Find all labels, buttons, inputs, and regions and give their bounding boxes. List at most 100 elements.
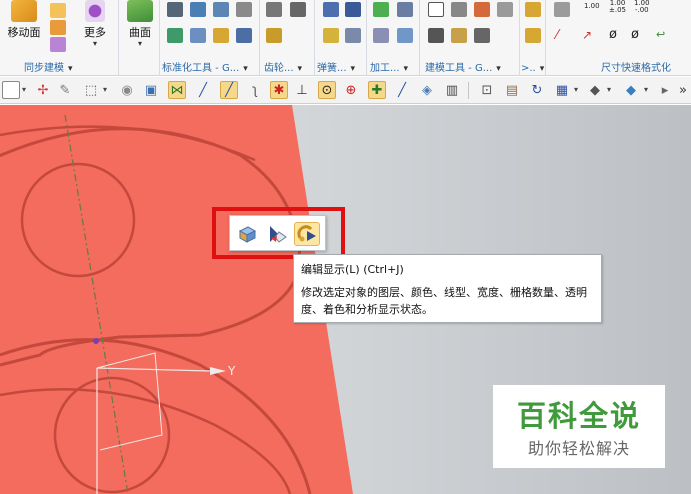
spring-tool-icon-1[interactable] <box>323 2 339 17</box>
dimension-note-icon[interactable]: ↗ <box>582 28 592 42</box>
delete-face-icon[interactable] <box>50 37 66 52</box>
machining-group: 加工... ▾ <box>367 0 420 76</box>
selection-toolbar: ▾ ✢ ✎ ⬚ ▾ ◉ ▣ ⋈ ╱ ╱ ʅ ✱ ⊥ ⊙ ⊕ ✚ ╱ ◈ ▥ ⊡ … <box>0 77 691 104</box>
chevron-down-icon[interactable]: ▾ <box>22 85 26 94</box>
spline-icon[interactable]: ʅ <box>246 81 264 99</box>
modeling-tool-icon-2[interactable] <box>451 2 467 17</box>
dim-value-1[interactable]: 1.00 <box>584 2 600 10</box>
dimension-style-icon[interactable] <box>554 2 570 17</box>
shaded-icon[interactable]: ◆ <box>622 81 640 99</box>
watermark-title: 百科全说 <box>516 399 641 433</box>
chevron-down-icon[interactable]: ▾ <box>607 85 611 94</box>
check-icon[interactable] <box>373 2 389 17</box>
gear-group-label[interactable]: 齿轮... ▾ <box>264 59 302 74</box>
curve-snap-icon[interactable]: ╱ <box>220 81 238 99</box>
orient-view-icon[interactable]: ▦ <box>553 81 571 99</box>
snap-endpoint-icon[interactable]: ⋈ <box>168 81 186 99</box>
modeling-tools-group-label[interactable]: 建模工具 - G... ▾ <box>425 59 501 74</box>
more-tools-icon[interactable]: ▸ <box>656 81 674 99</box>
modeling-tool-icon-3[interactable] <box>474 2 490 17</box>
undo-icon[interactable]: ↩ <box>656 28 665 41</box>
watermark: 百科全说 助你轻松解决 <box>493 385 665 468</box>
modeling-tool-icon-7[interactable] <box>474 28 490 43</box>
spring-tool-icon-3[interactable] <box>323 28 339 43</box>
sync-modeling-group: 移动面 更多 ▾ 同步建模 ▾ <box>0 0 119 76</box>
y-axis-label: Y <box>227 364 236 378</box>
machining-tool-icon-3[interactable] <box>373 28 389 43</box>
tool-icon-4[interactable] <box>236 2 252 17</box>
tool-icon-7[interactable] <box>213 28 229 43</box>
surface-button[interactable]: 曲面 ▾ <box>122 0 158 48</box>
overflow-group: >.. ▾ <box>520 0 546 76</box>
gear-tool-icon-3[interactable] <box>266 28 282 43</box>
selection-filter-icon[interactable] <box>2 81 20 99</box>
dimension-slash-icon[interactable]: ⁄ <box>556 28 558 43</box>
spring-tool-icon-2[interactable] <box>345 2 361 17</box>
overflow-tool-icon-1[interactable] <box>525 2 541 17</box>
intersection-icon[interactable]: ✱ <box>270 81 288 99</box>
rectangle-select-icon[interactable]: ⬚ <box>82 81 100 99</box>
solid-select-icon[interactable]: ◉ <box>118 81 136 99</box>
diameter-2-icon[interactable]: ø <box>631 27 639 42</box>
gear-tool-icon-1[interactable] <box>266 2 282 17</box>
gear-group: 齿轮... ▾ <box>260 0 315 76</box>
more-icon <box>85 0 105 22</box>
spring-tool-icon-4[interactable] <box>345 28 361 43</box>
overflow-icon[interactable]: » <box>674 81 691 99</box>
overflow-group-label[interactable]: >.. ▾ <box>521 63 544 74</box>
machining-group-label[interactable]: 加工... ▾ <box>370 59 408 74</box>
triangle-icon[interactable] <box>428 2 444 17</box>
machining-tool-icon-2[interactable] <box>397 2 413 17</box>
spring-group: 弹簧... ▾ <box>315 0 367 76</box>
diameter-icon[interactable]: ø <box>609 27 617 42</box>
standard-tools-group: 标准化工具 - G... ▾ <box>160 0 260 76</box>
rotate-icon[interactable]: ↻ <box>528 81 546 99</box>
tool-icon-8[interactable] <box>236 28 252 43</box>
point-on-face-icon[interactable]: ◈ <box>418 81 436 99</box>
pull-face-icon[interactable] <box>50 3 66 18</box>
render-style-icon[interactable]: ◆ <box>586 81 604 99</box>
body-select-icon[interactable]: ▣ <box>142 81 160 99</box>
tool-icon-5[interactable] <box>167 28 183 43</box>
perpendicular-icon[interactable]: ⊥ <box>293 81 311 99</box>
zoom-icon[interactable]: ▤ <box>503 81 521 99</box>
more-label: 更多 <box>84 26 106 39</box>
modeling-tools-group: 建模工具 - G... ▾ <box>420 0 520 76</box>
modeling-tool-icon-4[interactable] <box>497 2 513 17</box>
point-on-curve-icon[interactable]: ╱ <box>393 81 411 99</box>
standard-tools-group-label[interactable]: 标准化工具 - G... ▾ <box>162 59 248 74</box>
chevron-down-icon: ▾ <box>137 39 142 48</box>
tooltip-title: 编辑显示(L) (Ctrl+J) <box>301 263 404 276</box>
fit-view-icon[interactable]: ⊡ <box>478 81 496 99</box>
center-point-icon[interactable]: ⊙ <box>318 81 336 99</box>
chevron-down-icon[interactable]: ▾ <box>644 85 648 94</box>
dimension-format-group-label[interactable]: 尺寸快速格式化 <box>601 59 671 74</box>
annotation-highlight-box <box>212 207 345 259</box>
tool-icon-1[interactable] <box>167 2 183 17</box>
machining-tool-icon-4[interactable] <box>397 28 413 43</box>
modeling-tool-icon-5[interactable] <box>428 28 444 43</box>
move-face-button[interactable]: 移动面 <box>4 0 44 40</box>
offset-region-icon[interactable] <box>50 20 66 35</box>
dim-value-2[interactable]: 1.00 ±.05 <box>609 0 626 14</box>
group-dropdown-icon: ▾ <box>68 64 73 74</box>
modeling-tool-icon-6[interactable] <box>451 28 467 43</box>
line-snap-icon[interactable]: ╱ <box>194 81 212 99</box>
overflow-tool-icon-2[interactable] <box>525 28 541 43</box>
tooltip-description: 修改选定对象的图层、颜色、线型、宽度、栅格数量、透明度、着色和分析显示状态。 <box>301 286 587 316</box>
midpoint-icon[interactable]: ✚ <box>368 81 386 99</box>
bounded-grid-icon[interactable]: ▥ <box>443 81 461 99</box>
pick-icon[interactable]: ✎ <box>56 81 74 99</box>
tool-icon-6[interactable] <box>190 28 206 43</box>
chevron-down-icon[interactable]: ▾ <box>103 85 107 94</box>
snap-point-icon[interactable]: ✢ <box>34 81 52 99</box>
dim-value-3[interactable]: 1.00 -.00 <box>634 0 650 14</box>
watermark-subtitle: 助你轻松解决 <box>527 439 630 458</box>
more-button[interactable]: 更多 ▾ <box>78 0 112 48</box>
quadrant-icon[interactable]: ⊕ <box>342 81 360 99</box>
spring-group-label[interactable]: 弹簧... ▾ <box>317 59 355 74</box>
tool-icon-2[interactable] <box>190 2 206 17</box>
gear-tool-icon-2[interactable] <box>290 2 306 17</box>
tool-icon-3[interactable] <box>213 2 229 17</box>
chevron-down-icon[interactable]: ▾ <box>574 85 578 94</box>
